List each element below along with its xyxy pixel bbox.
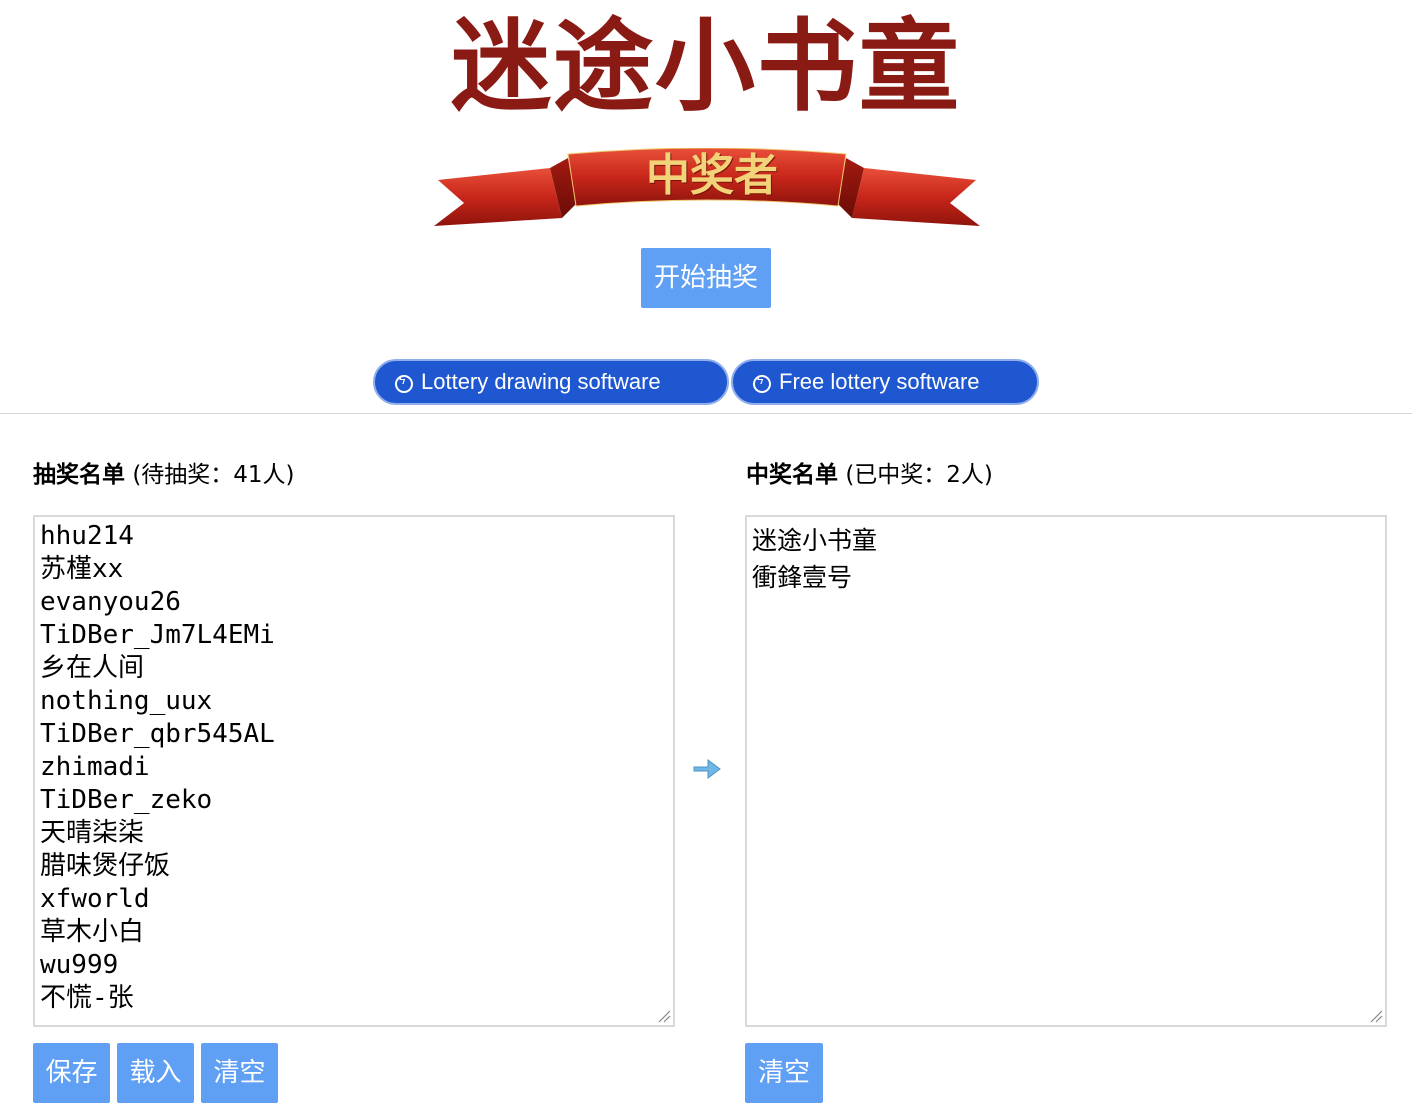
list-item: 衝鋒壹号 (752, 563, 853, 592)
list-item: evanyou26 (40, 587, 181, 617)
ribbon-label: 中奖者 (646, 150, 778, 201)
list-item: xfworld (40, 884, 150, 914)
candidate-list: hhu214 苏槿xx evanyou26 TiDBer_Jm7L4EMi 乡在人间 no… (40, 520, 275, 1015)
candidate-count: (待抽奖：41人) (132, 462, 295, 488)
free-lottery-software-link[interactable]: Free lottery software (731, 359, 1039, 405)
list-item: zhimadi (40, 752, 150, 782)
list-item: 不慌-张 (40, 983, 134, 1013)
winner-list-title: 中奖名单 (746, 462, 838, 488)
candidate-list-title: 抽奖名单 (33, 462, 125, 488)
lightning-icon (395, 373, 413, 393)
resize-grip-icon[interactable] (1369, 1009, 1383, 1023)
candidate-list-header: 抽奖名单 (待抽奖：41人) (33, 458, 295, 492)
divider (0, 413, 1412, 414)
list-item: 腊味煲仔饭 (40, 851, 171, 881)
list-item: 苏槿xx (40, 554, 124, 584)
arrow-right-icon (693, 759, 721, 779)
load-button[interactable]: 载入 (117, 1043, 194, 1103)
page-title: 迷途小书童 (451, 8, 961, 125)
list-item: hhu214 (40, 521, 134, 551)
link-label: Lottery drawing software (421, 369, 661, 394)
winner-count: (已中奖：2人) (845, 462, 993, 488)
clear-winners-button[interactable]: 清空 (745, 1043, 823, 1103)
list-item: wu999 (40, 950, 119, 980)
list-item: TiDBer_qbr545AL (40, 719, 275, 749)
list-item: 乡在人间 (40, 653, 145, 683)
candidate-list-textarea[interactable]: hhu214 苏槿xx evanyou26 TiDBer_Jm7L4EMi 乡在人间 no… (33, 515, 675, 1027)
list-item: 天晴柒柒 (40, 818, 145, 848)
lottery-drawing-software-link[interactable]: Lottery drawing software (373, 359, 729, 405)
list-item: nothing_uux (40, 686, 213, 716)
winner-list-header: 中奖名单 (已中奖：2人) (746, 458, 993, 492)
start-draw-button[interactable]: 开始抽奖 (641, 248, 771, 308)
list-item: 草木小白 (40, 917, 145, 947)
lightning-icon (753, 373, 771, 393)
clear-candidates-button[interactable]: 清空 (201, 1043, 278, 1103)
winner-list-textarea[interactable]: 迷途小书童 衝鋒壹号 (745, 515, 1387, 1027)
save-button[interactable]: 保存 (33, 1043, 110, 1103)
list-item: TiDBer_Jm7L4EMi (40, 620, 275, 650)
list-item: 迷途小书童 (752, 526, 878, 555)
link-label: Free lottery software (779, 369, 980, 394)
winner-list: 迷途小书童 衝鋒壹号 (752, 522, 877, 596)
list-item: TiDBer_zeko (40, 785, 213, 815)
resize-grip-icon[interactable] (657, 1009, 671, 1023)
